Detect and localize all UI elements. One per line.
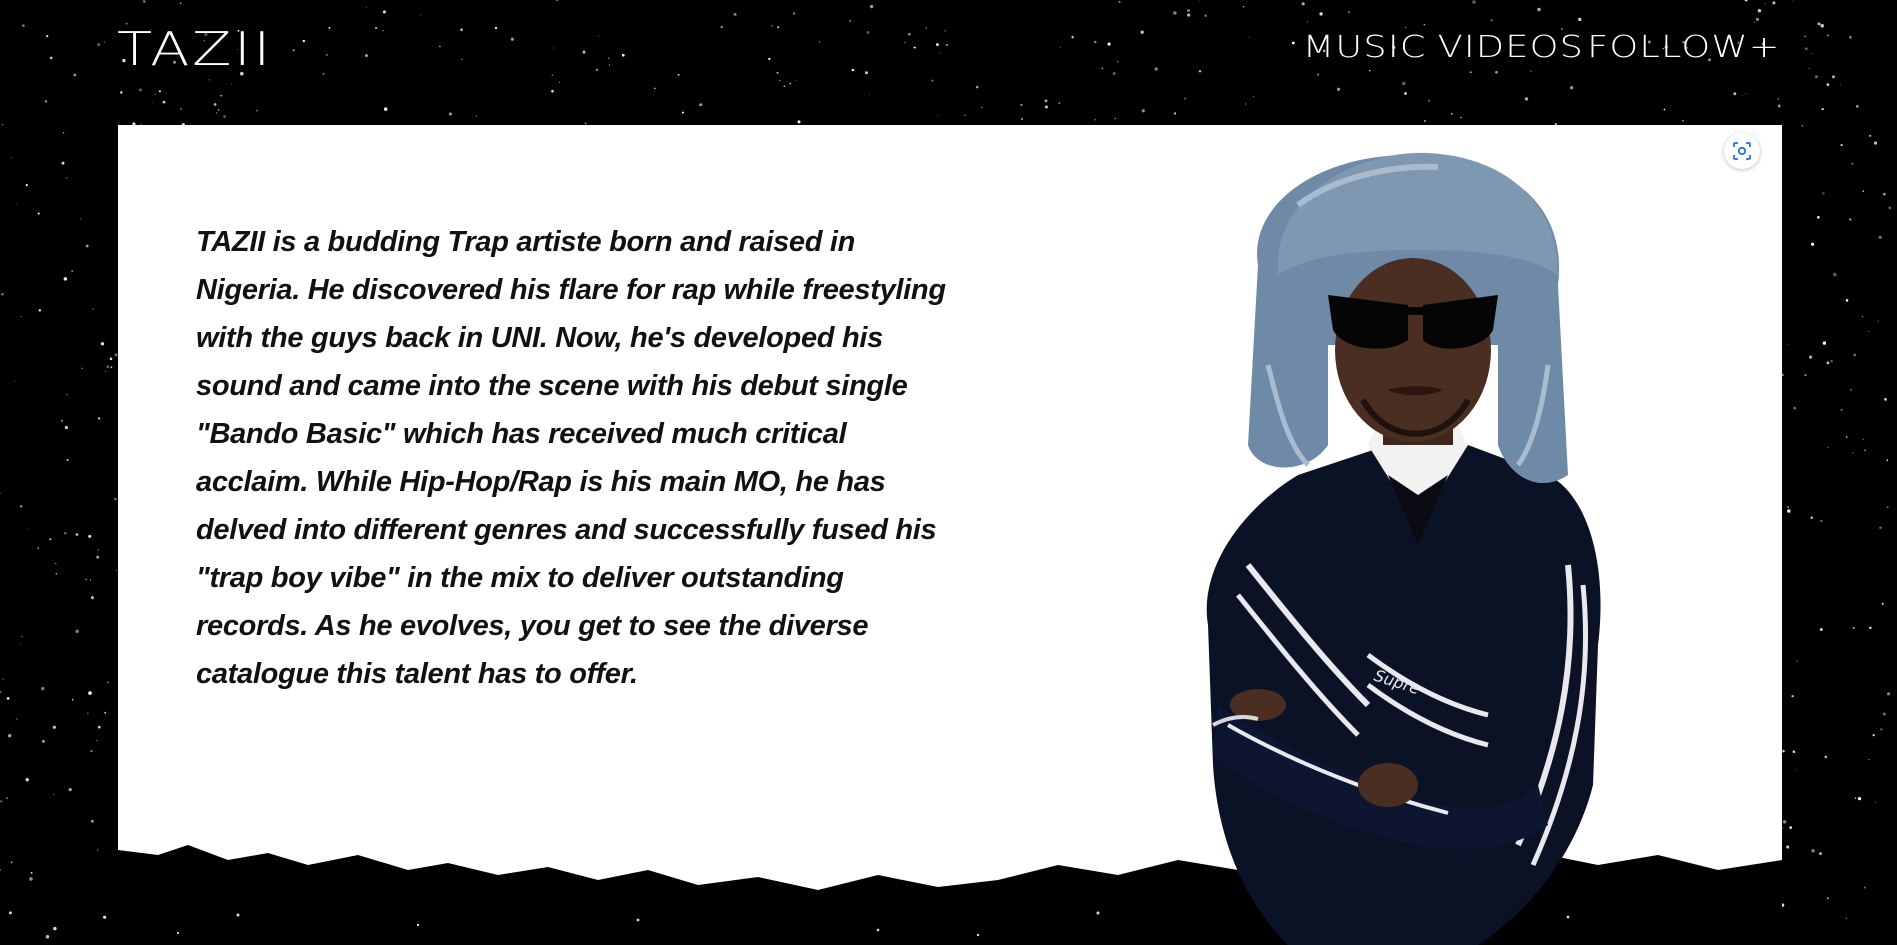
main-nav: MUSIC VIDEOS FOLLOW+ — [1302, 30, 1781, 65]
nav-follow-link[interactable]: FOLLOW+ — [1587, 30, 1781, 65]
visual-search-button[interactable] — [1724, 133, 1760, 169]
nav-music-link[interactable]: MUSIC — [1302, 30, 1426, 65]
site-logo[interactable]: TAZII — [117, 22, 273, 76]
bio-paragraph: TAZII is a budding Trap artiste born and… — [196, 218, 956, 698]
bio-text: is a budding Trap artiste born and raise… — [196, 226, 946, 690]
visual-search-icon — [1733, 142, 1751, 160]
artist-photo: Supre — [1206, 152, 1601, 945]
about-panel: TAZII is a budding Trap artiste born and… — [118, 125, 1782, 945]
artist-name: TAZII — [196, 226, 265, 258]
nav-videos-link[interactable]: VIDEOS — [1438, 30, 1585, 65]
site-header: TAZII MUSIC VIDEOS FOLLOW+ — [0, 0, 1897, 110]
